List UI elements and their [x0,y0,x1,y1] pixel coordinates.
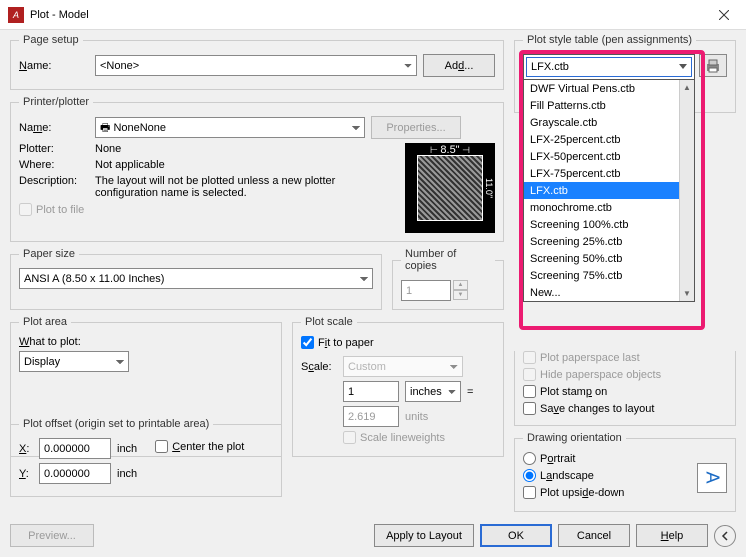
plot-scale-group: Plot scale Fit to paper Scale: Custom inc… [292,316,504,457]
desc-value: The layout will not be plotted unless a … [95,175,399,199]
plotter-label: Plotter: [19,143,89,155]
equals-label: = [467,386,473,398]
orientation-group: Drawing orientation Portrait Landscape P… [514,432,736,512]
printer-icon [705,59,721,73]
paper-size-select[interactable]: ANSI A (8.50 x 11.00 Inches) [19,268,373,289]
plot-style-group: Plot style table (pen assignments) LFX.c… [514,34,736,113]
titlebar: A Plot - Model [0,0,746,30]
scale-num-input[interactable] [343,381,399,402]
scroll-down-icon[interactable]: ▼ [680,286,694,301]
offset-y-label: Y: [19,468,33,480]
offset-y-unit: inch [117,468,137,480]
offset-x-label: X: [19,443,33,455]
properties-button: Properties... [371,116,461,139]
page-setup-name-label: Name: [19,60,89,72]
plot-area-legend: Plot area [19,316,71,328]
plot-style-option[interactable]: DWF Virtual Pens.ctb [524,80,679,97]
page-setup-name-select[interactable]: <None> [95,55,417,76]
scale-lineweights-check: Scale lineweights [343,431,445,444]
plot-style-option[interactable]: LFX-50percent.ctb [524,148,679,165]
expand-button[interactable] [714,525,736,547]
page-setup-group: Page setup Name: <None> Add... [10,34,504,90]
close-button[interactable] [701,0,746,30]
app-icon: A [8,7,24,23]
add-button[interactable]: Add... [423,54,495,77]
plot-paperspace-last-check: Plot paperspace last [523,351,640,364]
apply-to-layout-button[interactable]: Apply to Layout [374,524,474,547]
plot-offset-legend: Plot offset (origin set to printable are… [19,418,213,430]
center-plot-check[interactable]: Center the plot [155,440,244,453]
fit-to-paper-check[interactable]: Fit to paper [301,336,374,349]
plot-style-option[interactable]: LFX.ctb [524,182,679,199]
page-setup-legend: Page setup [19,34,83,46]
plot-stamp-check[interactable]: Plot stamp on [523,385,607,398]
plot-style-dropdown[interactable]: LFX.ctb DWF Virtual Pens.ctbFill Pattern… [523,54,695,302]
copies-input [401,280,451,301]
plot-style-option[interactable]: Screening 50%.ctb [524,250,679,267]
desc-label: Description: [19,175,89,187]
offset-x-input[interactable] [39,438,111,459]
where-value: Not applicable [95,159,165,171]
portrait-radio[interactable]: Portrait [523,452,575,465]
copies-down: ▼ [453,290,468,300]
printer-name-select[interactable]: 🖶 NoneNone [95,117,365,138]
copies-legend: Number of copies [401,248,495,272]
scale-select: Custom [343,356,463,377]
ok-button[interactable]: OK [480,524,552,547]
plot-style-selected[interactable]: LFX.ctb [526,57,692,77]
orientation-preview: A [697,463,727,493]
plot-to-file-check: Plot to file [19,203,84,216]
hide-paperspace-check: Hide paperspace objects [523,368,661,381]
preview-height: 11.0" [483,143,495,233]
offset-x-unit: inch [117,443,137,455]
scale-label: Scale: [301,361,337,373]
copies-group: Number of copies ▲ ▼ [392,248,504,310]
upside-down-check[interactable]: Plot upside-down [523,486,624,499]
close-icon [719,10,729,20]
paper-size-legend: Paper size [19,248,79,260]
save-changes-check[interactable]: Save changes to layout [523,402,654,415]
plot-style-option[interactable]: Screening 25%.ctb [524,233,679,250]
offset-y-input[interactable] [39,463,111,484]
plotter-value: None [95,143,121,155]
plot-style-option[interactable]: New... [524,284,679,301]
plot-style-option[interactable]: Grayscale.ctb [524,114,679,131]
copies-up: ▲ [453,280,468,290]
plot-scale-legend: Plot scale [301,316,357,328]
plot-style-option[interactable]: monochrome.ctb [524,199,679,216]
plot-style-option[interactable]: Screening 75%.ctb [524,267,679,284]
scroll-up-icon[interactable]: ▲ [680,80,694,95]
orientation-legend: Drawing orientation [523,432,626,444]
chevron-left-icon [720,531,730,541]
cancel-button[interactable]: Cancel [558,524,630,547]
printer-name-label: Name: [19,122,89,134]
where-label: Where: [19,159,89,171]
help-button[interactable]: Help [636,524,708,547]
plot-style-legend: Plot style table (pen assignments) [523,34,696,46]
scale-denom-input [343,406,399,427]
landscape-radio[interactable]: Landscape [523,469,594,482]
printer-group: Printer/plotter Name: 🖶 NoneNone Propert… [10,96,504,242]
what-to-plot-label: What to plot: [19,336,273,348]
what-to-plot-select[interactable]: Display [19,351,129,372]
scale-units-select[interactable]: inches [405,381,461,402]
plot-style-option[interactable]: LFX-75percent.ctb [524,165,679,182]
plot-style-option[interactable]: LFX-25percent.ctb [524,131,679,148]
plot-offset-group: Plot offset (origin set to printable are… [10,418,282,497]
plot-options-partial: Plot paperspace last Hide paperspace obj… [514,351,736,426]
paper-size-group: Paper size ANSI A (8.50 x 11.00 Inches) [10,248,382,310]
units-label: units [405,411,428,423]
window-title: Plot - Model [30,9,701,21]
printer-legend: Printer/plotter [19,96,93,108]
plot-style-option[interactable]: Fill Patterns.ctb [524,97,679,114]
paper-preview: ⊢ 8.5" ⊣ 11.0" [405,143,495,233]
preview-button: Preview... [10,524,94,547]
plot-style-option[interactable]: Screening 100%.ctb [524,216,679,233]
